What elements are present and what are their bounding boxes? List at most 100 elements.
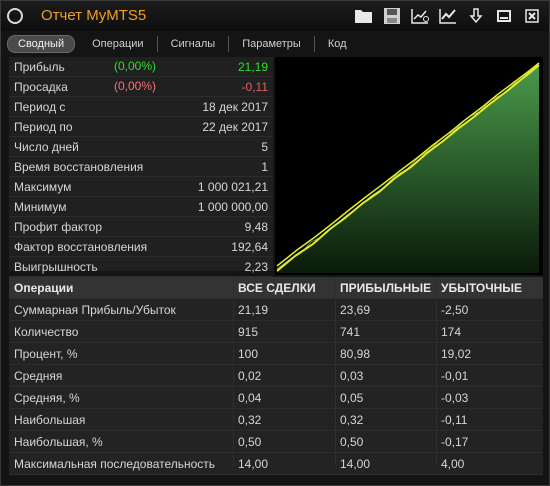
save-icon[interactable] xyxy=(381,6,403,26)
stat-row: Максимум 1 000 021,21 xyxy=(9,177,273,197)
table-row: Наибольшая 0,32 0,32 -0,11 xyxy=(9,409,543,431)
stat-label: Период по xyxy=(14,120,73,134)
stat-row: Минимум 1 000 000,00 xyxy=(9,197,273,217)
tab-signals[interactable]: Сигналы xyxy=(158,36,230,52)
report-window: Отчет MyMTS5 Сводный Операции Сигналы Па… xyxy=(0,0,550,486)
table-cell: 0,05 xyxy=(340,391,364,405)
table-header-row: Операции ВСЕ СДЕЛКИ ПРИБЫЛЬНЫЕ УБЫТОЧНЫЕ xyxy=(9,277,543,299)
stat-row: Фактор восстановления 192,64 xyxy=(9,237,273,257)
table-cell: -0,17 xyxy=(441,435,469,449)
stat-value: 22 дек 2017 xyxy=(202,120,268,134)
stat-value: 5 xyxy=(261,140,268,154)
stat-label: Профит фактор xyxy=(14,220,103,234)
table-row: Суммарная Прибыль/Убыток 21,19 23,69 -2,… xyxy=(9,299,543,321)
table-cell: 14,00 xyxy=(340,457,371,471)
table-cell: Наибольшая xyxy=(14,413,86,427)
stat-value: 1 000 021,21 xyxy=(197,180,268,194)
table-cell: -0,11 xyxy=(441,413,468,427)
table-header: ВСЕ СДЕЛКИ xyxy=(238,281,316,295)
stat-label: Выигрышность xyxy=(14,260,98,274)
table-cell: Наибольшая, % xyxy=(14,435,103,449)
table-cell: 19,02 xyxy=(441,347,472,361)
stat-value: 18 дек 2017 xyxy=(202,100,268,114)
table-cell: Средняя xyxy=(14,369,63,383)
chart-icon[interactable] xyxy=(437,6,459,26)
table-cell: Количество xyxy=(14,325,79,339)
tab-code[interactable]: Код xyxy=(315,36,360,52)
table-cell: -0,01 xyxy=(441,369,469,383)
stat-row-profit: Прибыль (0,00%) 21,19 xyxy=(9,57,273,77)
table-cell: 100 xyxy=(238,347,259,361)
table-header: Операции xyxy=(14,281,74,295)
close-icon[interactable] xyxy=(521,6,543,26)
stat-row: Период по 22 дек 2017 xyxy=(9,117,273,137)
tab-bar: Сводный Операции Сигналы Параметры Код xyxy=(7,35,360,53)
stat-row: Время восстановления 1 xyxy=(9,157,273,177)
download-icon[interactable] xyxy=(465,6,487,26)
stat-row: Число дней 5 xyxy=(9,137,273,157)
table-cell: 80,98 xyxy=(340,347,371,361)
app-menu-icon[interactable] xyxy=(7,8,23,24)
equity-chart xyxy=(275,57,543,275)
stat-label: Время восстановления xyxy=(14,160,144,174)
stat-value: 1 xyxy=(261,160,268,174)
stat-label: Прибыль xyxy=(14,60,65,74)
stat-value: 192,64 xyxy=(231,240,268,254)
table-row: Количество 915 741 174 xyxy=(9,321,543,343)
table-cell: Суммарная Прибыль/Убыток xyxy=(14,303,176,317)
equity-chart-svg xyxy=(276,62,540,273)
table-cell: -0,03 xyxy=(441,391,469,405)
table-row: Максимальная последовательность 14,00 14… xyxy=(9,453,543,475)
trades-table: Операции ВСЕ СДЕЛКИ ПРИБЫЛЬНЫЕ УБЫТОЧНЫЕ… xyxy=(9,277,543,475)
table-cell: 0,50 xyxy=(340,435,364,449)
table-cell: Максимальная последовательность xyxy=(14,457,216,471)
stat-row-drawdown: Просадка (0,00%) -0,11 xyxy=(9,77,273,97)
window-title: Отчет MyMTS5 xyxy=(41,7,147,24)
stat-label: Фактор восстановления xyxy=(14,240,148,254)
table-cell: 14,00 xyxy=(238,457,269,471)
toolbar xyxy=(353,6,543,26)
table-row: Процент, % 100 80,98 19,02 xyxy=(9,343,543,365)
table-cell: 0,02 xyxy=(238,369,262,383)
stats-panel: Прибыль (0,00%) 21,19 Просадка (0,00%) -… xyxy=(9,57,273,277)
table-header: УБЫТОЧНЫЕ xyxy=(441,281,523,295)
minimize-icon[interactable] xyxy=(493,6,515,26)
stat-label: Максимум xyxy=(14,180,72,194)
table-cell: 915 xyxy=(238,325,259,339)
stat-row: Выигрышность 2,23 xyxy=(9,257,273,277)
table-cell: 0,32 xyxy=(340,413,364,427)
stat-label: Просадка xyxy=(14,80,68,94)
table-cell: 0,04 xyxy=(238,391,262,405)
table-cell: 741 xyxy=(340,325,361,339)
tab-summary[interactable]: Сводный xyxy=(7,35,76,53)
stat-value: -0,11 xyxy=(241,80,268,94)
open-folder-icon[interactable] xyxy=(353,6,375,26)
table-cell: 4,00 xyxy=(441,457,465,471)
table-row: Средняя 0,02 0,03 -0,01 xyxy=(9,365,543,387)
stat-label: Число дней xyxy=(14,140,79,154)
table-cell: Процент, % xyxy=(14,347,78,361)
stat-value: 1 000 000,00 xyxy=(197,200,268,214)
stat-label: Минимум xyxy=(14,200,67,214)
column-divider xyxy=(233,277,234,466)
stat-value: 2,23 xyxy=(244,260,268,274)
stat-percent: (0,00%) xyxy=(114,79,157,93)
table-cell: 23,69 xyxy=(340,303,371,317)
chart-settings-icon[interactable] xyxy=(409,6,431,26)
stat-row: Профит фактор 9,48 xyxy=(9,217,273,237)
table-cell: 0,03 xyxy=(340,369,364,383)
table-cell: 21,19 xyxy=(238,303,269,317)
column-divider xyxy=(335,277,336,466)
tab-parameters[interactable]: Параметры xyxy=(229,36,315,52)
tab-operations[interactable]: Операции xyxy=(79,36,158,52)
table-row: Средняя, % 0,04 0,05 -0,03 xyxy=(9,387,543,409)
stat-value: 9,48 xyxy=(244,220,268,234)
table-cell: 0,32 xyxy=(238,413,262,427)
stat-value: 21,19 xyxy=(237,60,268,74)
column-divider xyxy=(436,277,437,466)
table-cell: -2,50 xyxy=(441,303,469,317)
table-header: ПРИБЫЛЬНЫЕ xyxy=(340,281,432,295)
stat-row: Период с 18 дек 2017 xyxy=(9,97,273,117)
stat-percent: (0,00%) xyxy=(114,59,157,73)
table-cell: 0,50 xyxy=(238,435,262,449)
